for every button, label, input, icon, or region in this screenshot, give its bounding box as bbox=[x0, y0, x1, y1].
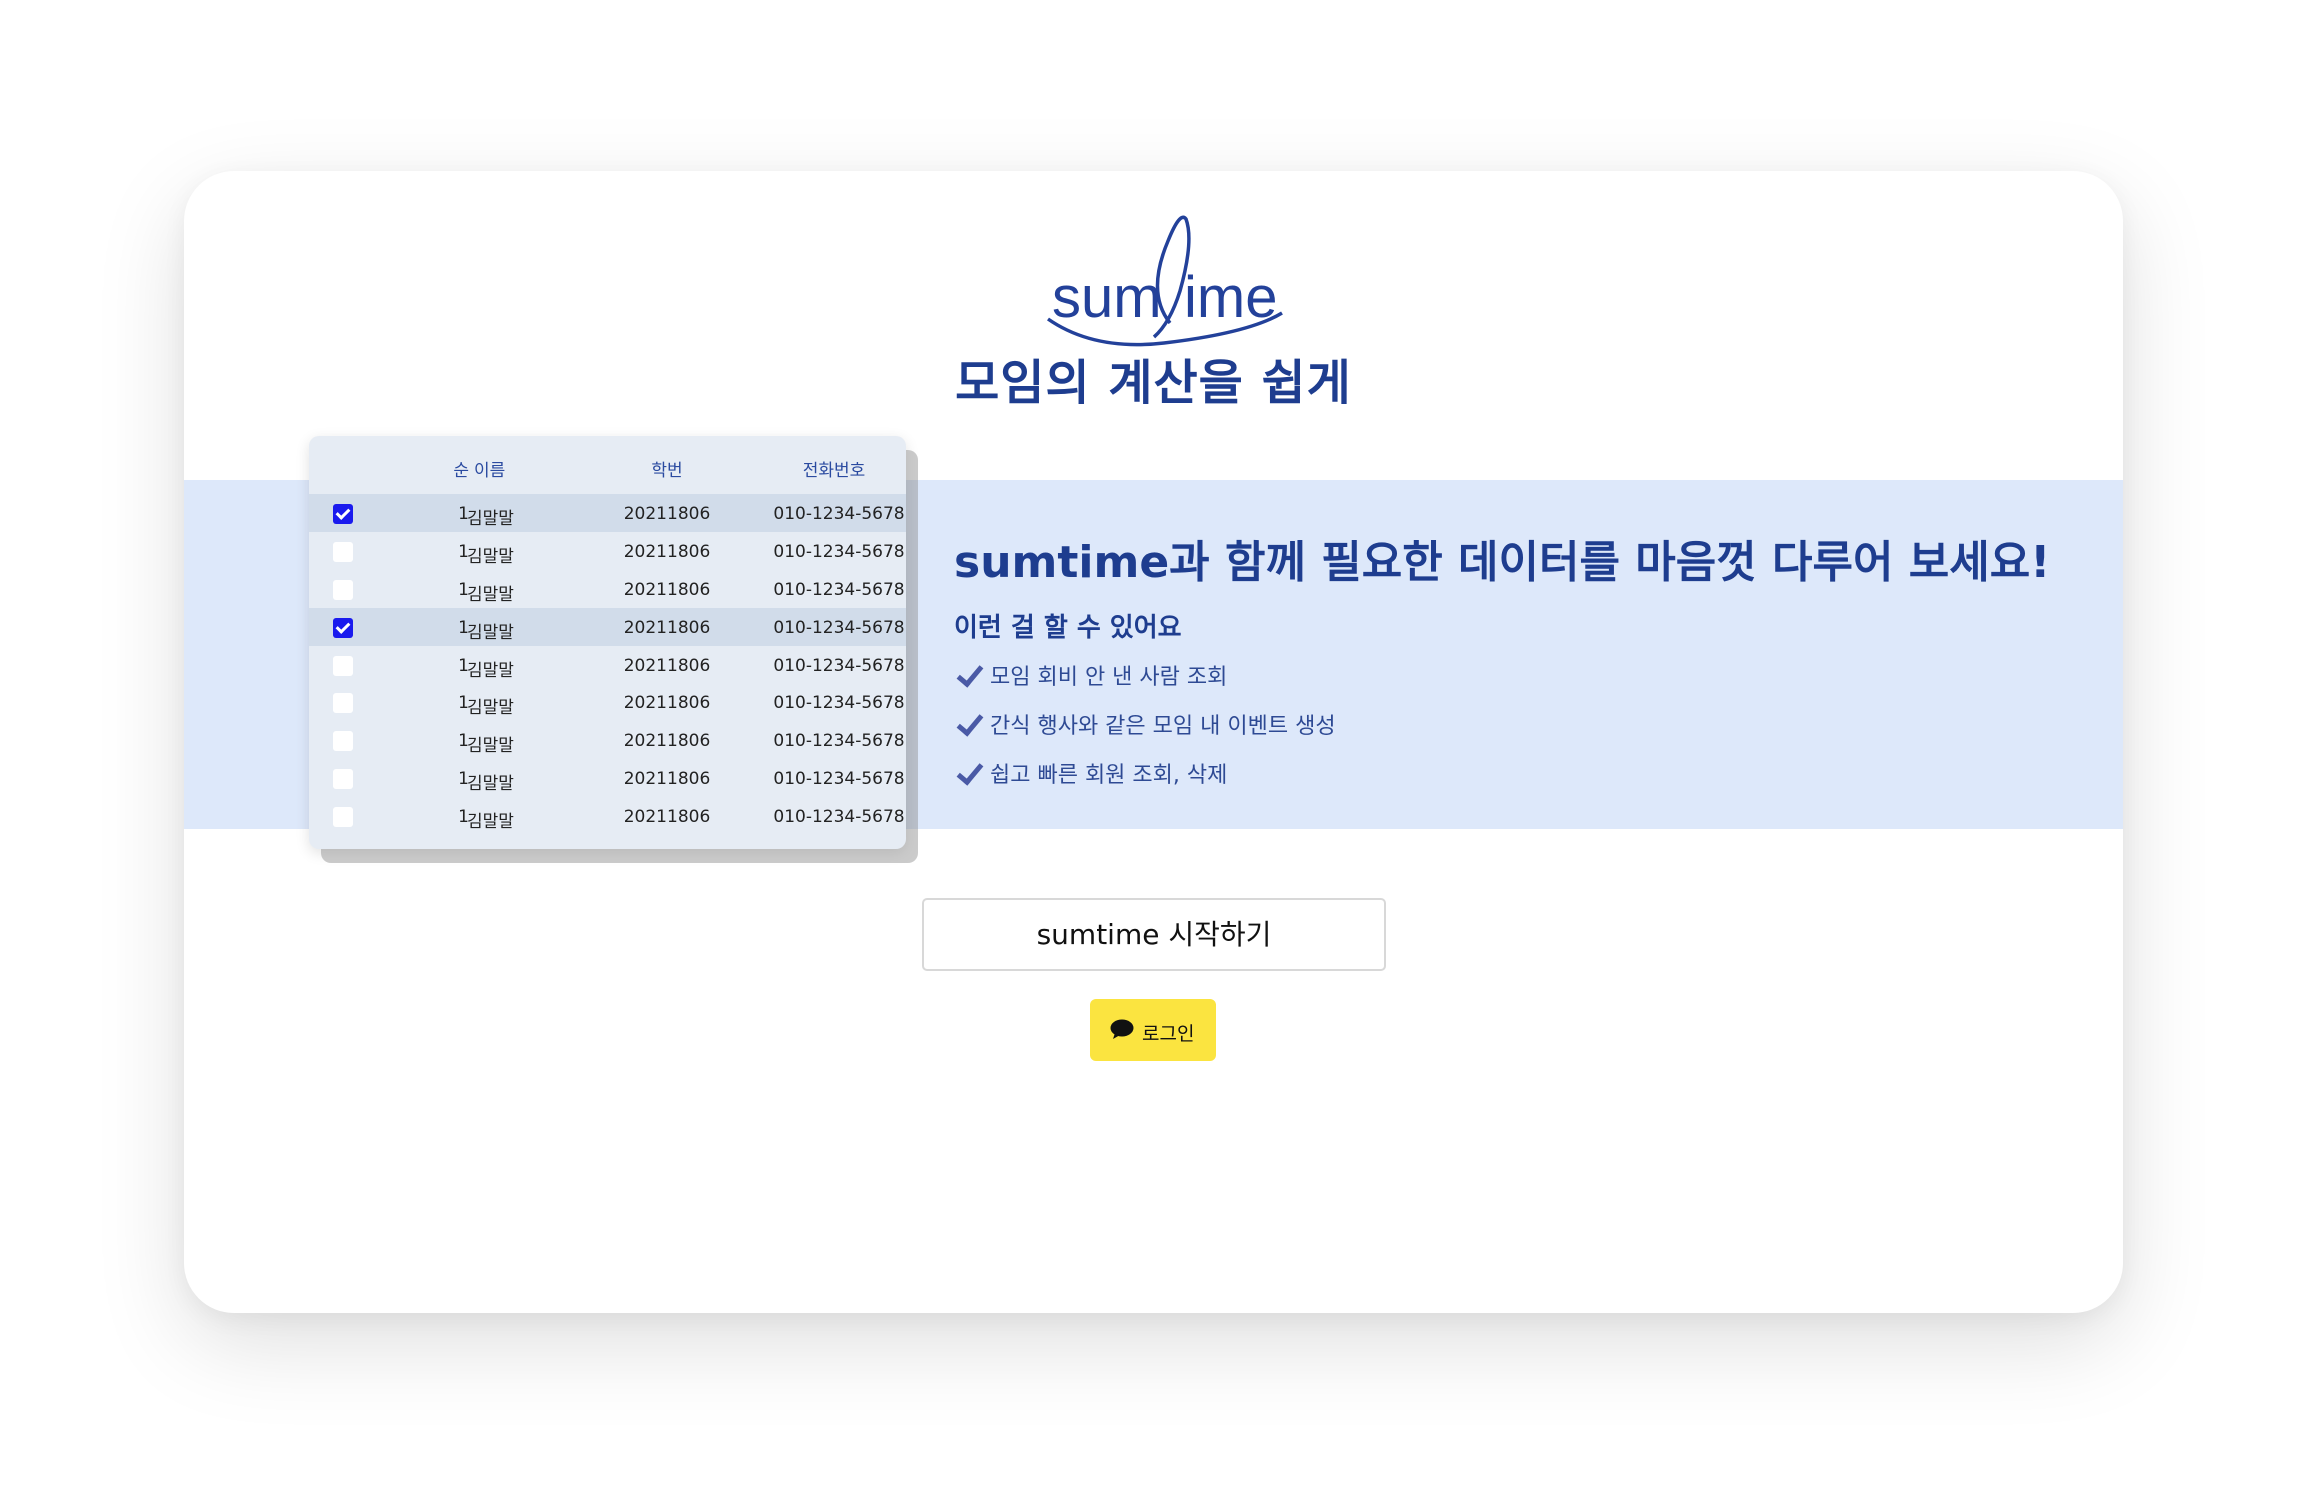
cell-student-id: 20211806 bbox=[623, 617, 711, 638]
cell-student-id: 20211806 bbox=[623, 655, 711, 676]
cell-phone: 010-1234-5678 bbox=[773, 807, 905, 828]
cell-num: 1 bbox=[458, 579, 469, 600]
cell-phone: 010-1234-5678 bbox=[773, 693, 905, 714]
kakao-login-button[interactable]: 로그인 bbox=[1090, 999, 1216, 1061]
landing-card: sum ime 모임의 계산을 쉽게 순 이름 학번 전화번호 1 김말말 20… bbox=[184, 171, 2123, 1313]
check-icon bbox=[958, 761, 976, 785]
cell-name: 김말말 bbox=[467, 584, 514, 605]
cell-phone: 010-1234-5678 bbox=[773, 617, 905, 638]
table-row: 1 김말말 20211806 010-1234-5678 bbox=[309, 607, 906, 646]
hero-subhead: 이런 걸 할 수 있어요 bbox=[954, 613, 1182, 643]
feature-text: 모임 회비 안 낸 사람 조회 bbox=[990, 665, 1228, 690]
table-row: 1 김말말 20211806 010-1234-5678 bbox=[309, 494, 906, 532]
table-row: 1 김말말 20211806 010-1234-5678 bbox=[309, 797, 906, 835]
cell-num: 1 bbox=[458, 731, 469, 752]
sumtime-logo: sum ime bbox=[1047, 215, 1283, 347]
cell-phone: 010-1234-5678 bbox=[773, 504, 905, 524]
feature-text: 쉽고 빠른 회원 조회, 삭제 bbox=[990, 763, 1228, 788]
cell-num: 1 bbox=[458, 504, 469, 524]
hero-headline: sumtime과 함께 필요한 데이터를 마음껏 다루어 보세요! bbox=[954, 537, 2051, 588]
cell-name: 김말말 bbox=[467, 660, 514, 681]
svg-text:ime: ime bbox=[1184, 265, 1277, 330]
header-num: 순 bbox=[453, 461, 469, 481]
cell-student-id: 20211806 bbox=[623, 579, 711, 600]
table-header: 순 이름 학번 전화번호 bbox=[309, 436, 906, 494]
cell-name: 김말말 bbox=[467, 774, 514, 795]
cell-student-id: 20211806 bbox=[623, 541, 711, 562]
tagline: 모임의 계산을 쉽게 bbox=[955, 355, 1352, 411]
cell-num: 1 bbox=[458, 807, 469, 828]
cell-phone: 010-1234-5678 bbox=[773, 655, 905, 676]
cell-student-id: 20211806 bbox=[623, 769, 711, 790]
cell-name: 김말말 bbox=[467, 546, 514, 567]
check-icon bbox=[958, 712, 976, 736]
table-row: 1 김말말 20211806 010-1234-5678 bbox=[309, 570, 906, 608]
header-student-id: 학번 bbox=[651, 461, 683, 481]
cell-phone: 010-1234-5678 bbox=[773, 769, 905, 790]
cell-name: 김말말 bbox=[467, 812, 514, 833]
cell-phone: 010-1234-5678 bbox=[773, 541, 905, 562]
cell-num: 1 bbox=[458, 769, 469, 790]
table-row: 1 김말말 20211806 010-1234-5678 bbox=[309, 759, 906, 797]
table-row: 1 김말말 20211806 010-1234-5678 bbox=[309, 532, 906, 570]
header-name: 이름 bbox=[474, 461, 506, 481]
login-label: 로그인 bbox=[1142, 1023, 1195, 1045]
cell-name: 김말말 bbox=[467, 698, 514, 719]
table-row: 1 김말말 20211806 010-1234-5678 bbox=[309, 721, 906, 759]
table-body: 1 김말말 20211806 010-1234-5678 1 김말말 20211… bbox=[309, 494, 906, 835]
cell-num: 1 bbox=[458, 617, 469, 638]
cell-name: 김말말 bbox=[467, 509, 514, 529]
speech-bubble-icon bbox=[1110, 1019, 1134, 1039]
cell-student-id: 20211806 bbox=[623, 731, 711, 752]
cell-student-id: 20211806 bbox=[623, 807, 711, 828]
cell-num: 1 bbox=[458, 541, 469, 562]
check-icon bbox=[958, 663, 976, 687]
cell-student-id: 20211806 bbox=[623, 504, 711, 524]
start-button[interactable]: sumtime 시작하기 bbox=[922, 898, 1386, 971]
header-phone: 전화번호 bbox=[802, 461, 866, 481]
cell-num: 1 bbox=[458, 693, 469, 714]
cell-phone: 010-1234-5678 bbox=[773, 579, 905, 600]
cell-name: 김말말 bbox=[467, 622, 514, 643]
cell-num: 1 bbox=[458, 655, 469, 676]
cell-name: 김말말 bbox=[467, 736, 514, 757]
svg-text:sum: sum bbox=[1052, 265, 1162, 330]
feature-text: 간식 행사와 같은 모임 내 이벤트 생성 bbox=[990, 714, 1336, 739]
member-table-preview: 순 이름 학번 전화번호 1 김말말 20211806 010-1234-567… bbox=[309, 436, 906, 849]
table-row: 1 김말말 20211806 010-1234-5678 bbox=[309, 646, 906, 684]
cell-phone: 010-1234-5678 bbox=[773, 731, 905, 752]
table-row: 1 김말말 20211806 010-1234-5678 bbox=[309, 683, 906, 721]
cell-student-id: 20211806 bbox=[623, 693, 711, 714]
